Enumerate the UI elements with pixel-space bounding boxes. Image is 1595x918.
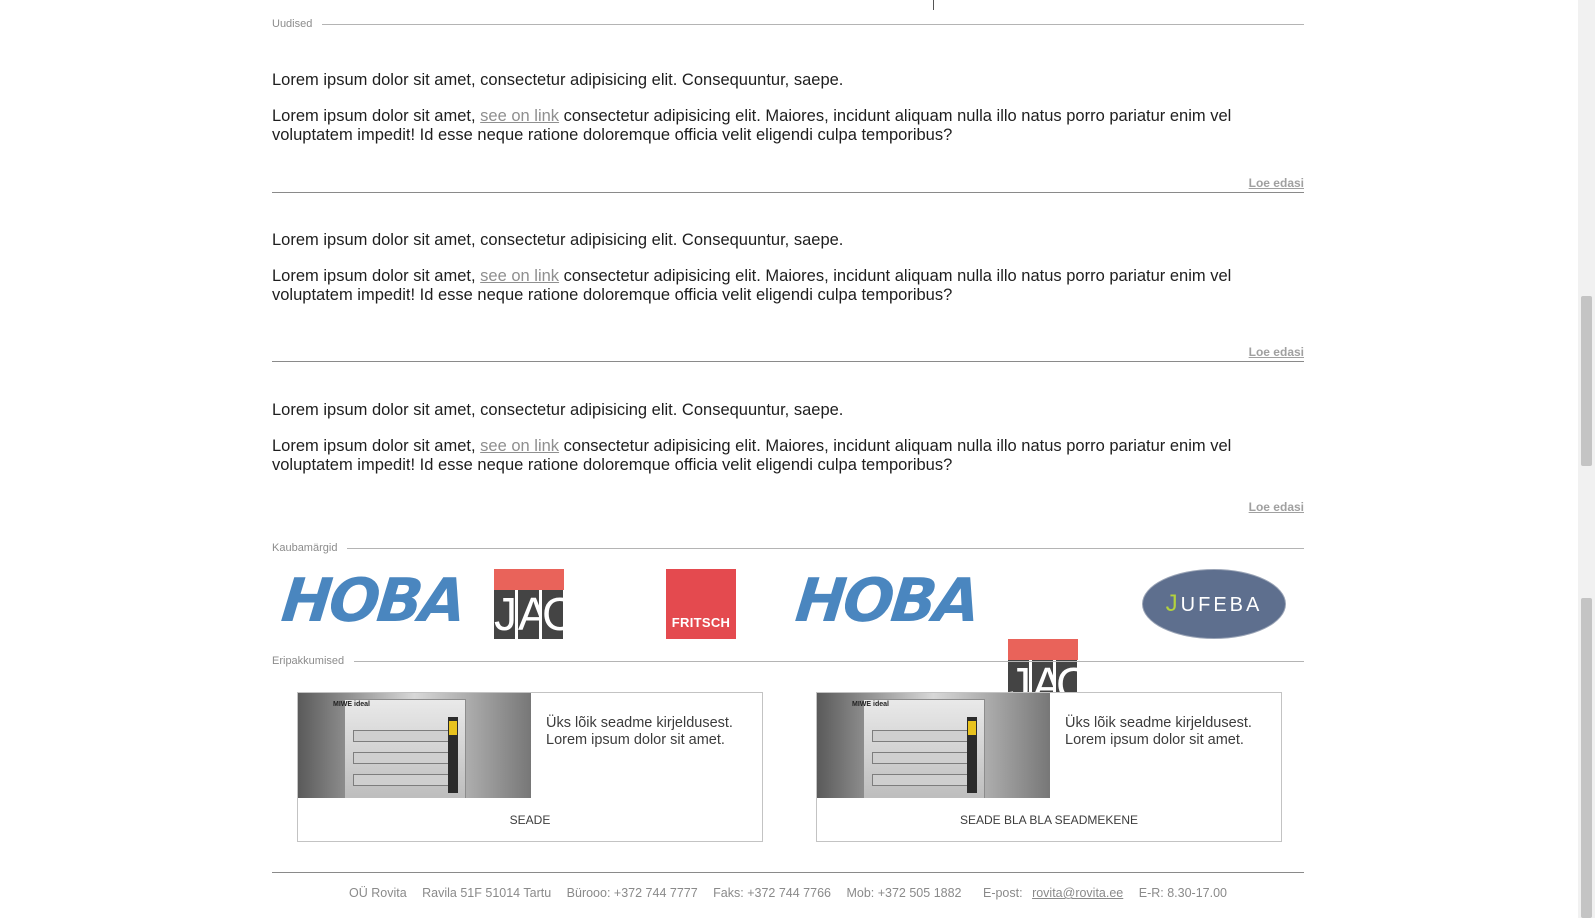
oven-tray <box>353 752 453 764</box>
offer-card[interactable]: MIWE ideal Üks lõik seadme kirjeldusest.… <box>816 692 1282 842</box>
news-section-label: Uudised <box>272 17 323 31</box>
jufeba-logo[interactable]: JUFEBA <box>1142 569 1286 639</box>
brands-section-label: Kaubamärgid <box>272 541 348 555</box>
oven-control-panel <box>967 717 977 793</box>
footer-email-label: E-post: <box>982 886 1027 900</box>
oven-tray <box>872 752 972 764</box>
jufeba-logo-j: J <box>1165 590 1181 617</box>
offer-name: SEADE <box>509 813 551 827</box>
footer-rule <box>272 872 1304 873</box>
news-body-text: Lorem ipsum dolor sit amet, <box>272 107 481 125</box>
footer-company: OÜ Rovita <box>349 886 407 900</box>
scrollbar-thumb[interactable] <box>1581 296 1592 466</box>
oven-tray <box>353 730 453 742</box>
footer-hours: E-R: 8.30-17.00 <box>1138 886 1227 900</box>
news-inline-link[interactable]: see on link <box>480 437 559 455</box>
offer-image-brand: MIWE ideal <box>333 701 370 708</box>
vertical-scrollbar[interactable] <box>1578 0 1595 918</box>
footer-address: Ravila 51F 51014 Tartu <box>422 886 552 900</box>
news-section-header: Uudised <box>272 17 1304 31</box>
offer-description: Üks lõik seadme kirjeldusest. Lorem ipsu… <box>546 715 733 748</box>
news-item: Lorem ipsum dolor sit amet, consectetur … <box>272 401 1304 475</box>
news-section-rule <box>272 24 1304 25</box>
jac-letter-a: A <box>518 588 549 640</box>
oven-control-display <box>449 721 457 735</box>
news-body: Lorem ipsum dolor sit amet, see on link … <box>272 267 1304 305</box>
read-more-link[interactable]: Loe edasi <box>1249 500 1304 514</box>
footer-office-phone: Bürooo: +372 744 7777 <box>566 886 698 900</box>
offer-product-image: MIWE ideal <box>817 693 1050 798</box>
jac-letter-j: J <box>494 588 517 640</box>
hoba-logo[interactable]: HOBA <box>278 566 467 636</box>
footer: OÜ Rovita Ravila 51F 51014 Tartu Bürooo:… <box>272 886 1304 900</box>
main-content: Uudised Lorem ipsum dolor sit amet, cons… <box>272 0 1304 900</box>
jufeba-logo-text: UFEBA <box>1180 594 1263 616</box>
footer-mobile: Mob: +372 505 1882 <box>846 886 962 900</box>
read-more-link[interactable]: Loe edasi <box>1249 345 1304 359</box>
jac-logo-top <box>494 569 564 590</box>
news-body: Lorem ipsum dolor sit amet, see on link … <box>272 107 1304 145</box>
scrollbar-thumb-lower[interactable] <box>1581 598 1592 918</box>
news-body-text: Lorem ipsum dolor sit amet, <box>272 267 481 285</box>
offer-name: SEADE BLA BLA SEADMEKENE <box>959 813 1139 827</box>
fritsch-logo[interactable]: FRITSCH <box>666 569 736 639</box>
offer-product-image: MIWE ideal <box>298 693 531 798</box>
footer-email-group: E-post: rovita@rovita.ee <box>977 886 1123 900</box>
oven-tray <box>872 774 972 786</box>
jac-letter-c: C <box>542 588 576 640</box>
footer-fax: Faks: +372 744 7766 <box>713 886 831 900</box>
offer-description: Üks lõik seadme kirjeldusest. Lorem ipsu… <box>1065 715 1252 748</box>
offers-section-rule <box>272 661 1304 662</box>
news-separator <box>272 361 1304 362</box>
offer-image-brand: MIWE ideal <box>852 701 889 708</box>
news-inline-link[interactable]: see on link <box>480 107 559 125</box>
news-body-text: Lorem ipsum dolor sit amet, <box>272 437 481 455</box>
offer-card[interactable]: MIWE ideal Üks lõik seadme kirjeldusest.… <box>297 692 763 842</box>
news-title: Lorem ipsum dolor sit amet, consectetur … <box>272 71 844 89</box>
footer-email-link[interactable]: rovita@rovita.ee <box>1032 886 1123 900</box>
news-separator <box>272 192 1304 193</box>
read-more-link[interactable]: Loe edasi <box>1249 176 1304 190</box>
news-item: Lorem ipsum dolor sit amet, consectetur … <box>272 231 1304 305</box>
brands-section-header: Kaubamärgid <box>272 541 1304 555</box>
news-item: Lorem ipsum dolor sit amet, consectetur … <box>272 71 1304 145</box>
jac-logo[interactable]: J A C <box>494 569 576 640</box>
oven-tray <box>872 730 972 742</box>
offers-section-header: Eripakkumised <box>272 654 1304 668</box>
news-body: Lorem ipsum dolor sit amet, see on link … <box>272 437 1304 475</box>
news-inline-link[interactable]: see on link <box>480 267 559 285</box>
oven-control-display <box>968 721 976 735</box>
oven-control-panel <box>448 717 458 793</box>
oven-tray <box>353 774 453 786</box>
news-title: Lorem ipsum dolor sit amet, consectetur … <box>272 231 844 249</box>
brands-section-rule <box>272 548 1304 549</box>
hoba-logo[interactable]: HOBA <box>792 566 981 636</box>
offers-section-label: Eripakkumised <box>272 654 355 668</box>
news-title: Lorem ipsum dolor sit amet, consectetur … <box>272 401 844 419</box>
